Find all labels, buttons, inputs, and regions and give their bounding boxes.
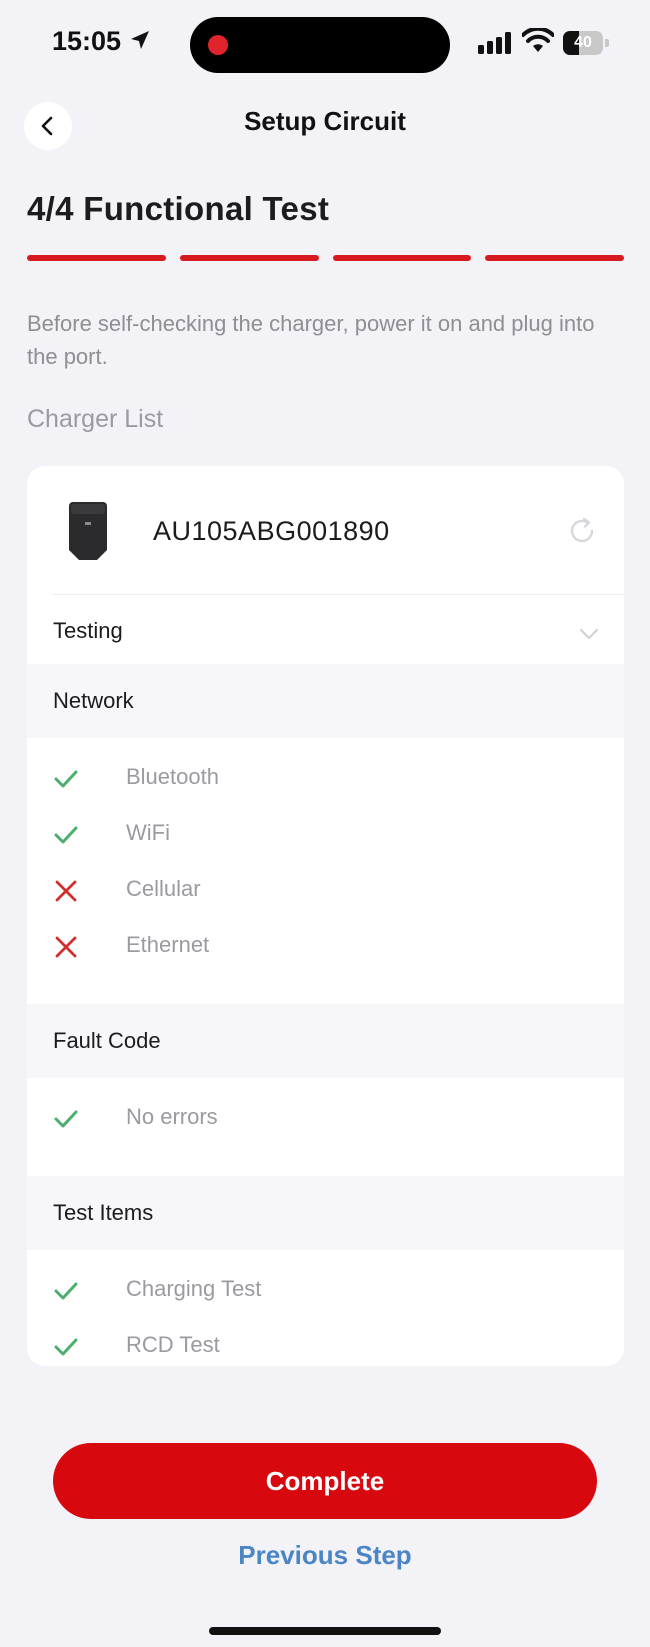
previous-step-link[interactable]: Previous Step xyxy=(0,1540,650,1571)
test-result-label: Charging Test xyxy=(126,1276,262,1301)
test-result-label: WiFi xyxy=(126,820,170,845)
test-group-title: Fault Code xyxy=(53,1028,161,1053)
charger-row: AU105ABG001890 xyxy=(27,466,624,594)
test-group-header: Test Items xyxy=(27,1176,624,1250)
chevron-down-icon[interactable] xyxy=(577,622,601,646)
testing-status-label: Testing xyxy=(53,618,123,643)
battery-icon: 40 xyxy=(563,31,609,55)
page-title: Setup Circuit xyxy=(244,106,406,136)
location-arrow-icon xyxy=(131,31,149,49)
recording-indicator-icon xyxy=(208,35,228,55)
checkmark-icon xyxy=(53,1106,79,1132)
charger-device-icon xyxy=(69,502,107,560)
test-result-item: Bluetooth xyxy=(53,760,553,800)
home-indicator xyxy=(209,1627,441,1635)
test-result-label: Bluetooth xyxy=(126,764,219,789)
instruction-text: Before self-checking the charger, power … xyxy=(27,311,595,369)
test-result-label: Cellular xyxy=(126,876,201,901)
test-result-label: RCD Test xyxy=(126,1332,220,1357)
charger-serial: AU105ABG001890 xyxy=(153,516,390,546)
cellular-signal-icon xyxy=(478,32,511,54)
divider xyxy=(53,594,624,595)
progress-segment xyxy=(179,255,319,261)
test-result-item: RCD Test xyxy=(53,1328,553,1366)
progress-segment xyxy=(332,255,472,261)
test-group-header: Network xyxy=(27,664,624,738)
test-result-item: Charging Test xyxy=(53,1272,553,1312)
charger-card: AU105ABG001890 Testing Network Bluetooth W… xyxy=(27,466,624,1366)
test-result-item: Ethernet xyxy=(53,928,553,968)
charger-list-label: Charger List xyxy=(27,405,164,433)
wifi-icon xyxy=(522,28,554,52)
progress-segment xyxy=(27,255,166,261)
test-result-label: No errors xyxy=(126,1104,218,1129)
complete-button[interactable]: Complete xyxy=(53,1443,597,1519)
checkmark-icon xyxy=(53,822,79,848)
cross-icon xyxy=(53,934,79,960)
test-group-title: Test Items xyxy=(53,1200,154,1225)
checkmark-icon xyxy=(53,766,79,792)
battery-level: 40 xyxy=(574,34,592,51)
cross-icon xyxy=(53,878,79,904)
step-title: 4/4 Functional Test xyxy=(27,190,330,227)
checkmark-icon xyxy=(53,1334,79,1360)
test-group-header: Fault Code xyxy=(27,1004,624,1078)
progress-segment xyxy=(485,255,624,261)
test-result-item: WiFi xyxy=(53,816,553,856)
test-result-item: Cellular xyxy=(53,872,553,912)
test-group-title: Network xyxy=(53,688,134,713)
test-result-label: Ethernet xyxy=(126,932,210,957)
dynamic-island xyxy=(190,17,450,73)
test-result-item: No errors xyxy=(53,1100,553,1140)
status-bar: 15:05 40 xyxy=(0,0,650,90)
step-progress-bar xyxy=(27,255,624,261)
refresh-icon[interactable] xyxy=(567,516,597,546)
checkmark-icon xyxy=(53,1278,79,1304)
status-time: 15:05 xyxy=(52,26,122,56)
